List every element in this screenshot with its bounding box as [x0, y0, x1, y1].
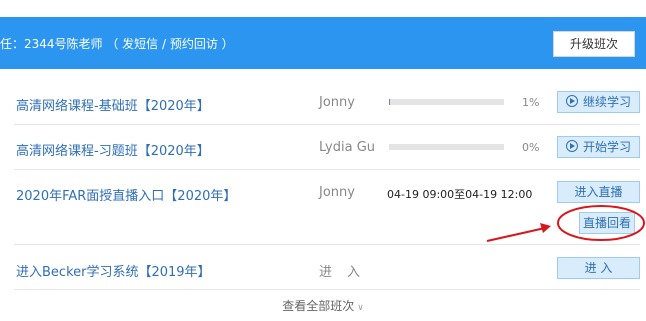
- course-title-link[interactable]: 高清网络课程-习题班【2020年】: [16, 140, 210, 159]
- progress-fill: [389, 99, 391, 105]
- progress-bar: [389, 99, 504, 105]
- chevron-down-icon: ∨: [357, 303, 364, 313]
- annotation-arrow-head: [540, 223, 551, 233]
- view-all-label: 查看全部班次: [282, 299, 355, 313]
- row-divider: [14, 169, 640, 170]
- teacher-name: Jonny: [319, 185, 355, 200]
- play-circle-icon: [565, 95, 578, 107]
- annotation-arrow-line: [486, 227, 546, 242]
- advisor-info-text: 任：2344号陈老师 （ 发短信 / 预约回访 ）: [0, 37, 234, 51]
- play-circle-icon: [565, 140, 578, 152]
- row-divider: [14, 289, 640, 290]
- progress-bar: [389, 144, 504, 150]
- course-title-link[interactable]: 2020年FAR面授直播入口【2020年】: [16, 185, 236, 204]
- start-learning-label: 开始学习: [582, 140, 631, 154]
- progress-percent: 0%: [522, 141, 540, 154]
- enter-text: 进 入: [319, 265, 362, 280]
- continue-learning-button[interactable]: 继续学习: [557, 91, 640, 113]
- enter-becker-button[interactable]: 进 入: [557, 257, 640, 279]
- start-learning-button[interactable]: 开始学习: [557, 136, 640, 158]
- view-all-classes-link[interactable]: 查看全部班次 ∨: [0, 297, 646, 314]
- progress-percent: 1%: [522, 96, 540, 109]
- course-title-link[interactable]: 进入Becker学习系统【2019年】: [16, 261, 211, 280]
- continue-learning-label: 继续学习: [582, 95, 631, 109]
- live-schedule-time: 04-19 09:00至04-19 12:00: [387, 188, 533, 201]
- live-replay-button[interactable]: 直播回看: [579, 212, 635, 234]
- row-divider: [14, 124, 640, 125]
- class-header-bar: 任：2344号陈老师 （ 发短信 / 预约回访 ） 升级班次: [0, 17, 646, 69]
- upgrade-class-button[interactable]: 升级班次: [553, 31, 635, 57]
- course-title-link[interactable]: 高清网络课程-基础班【2020年】: [16, 95, 210, 114]
- row-divider: [14, 244, 640, 245]
- enter-live-button[interactable]: 进入直播: [557, 181, 640, 203]
- teacher-name: Jonny: [319, 95, 355, 110]
- teacher-name: Lydia Gu: [319, 140, 376, 155]
